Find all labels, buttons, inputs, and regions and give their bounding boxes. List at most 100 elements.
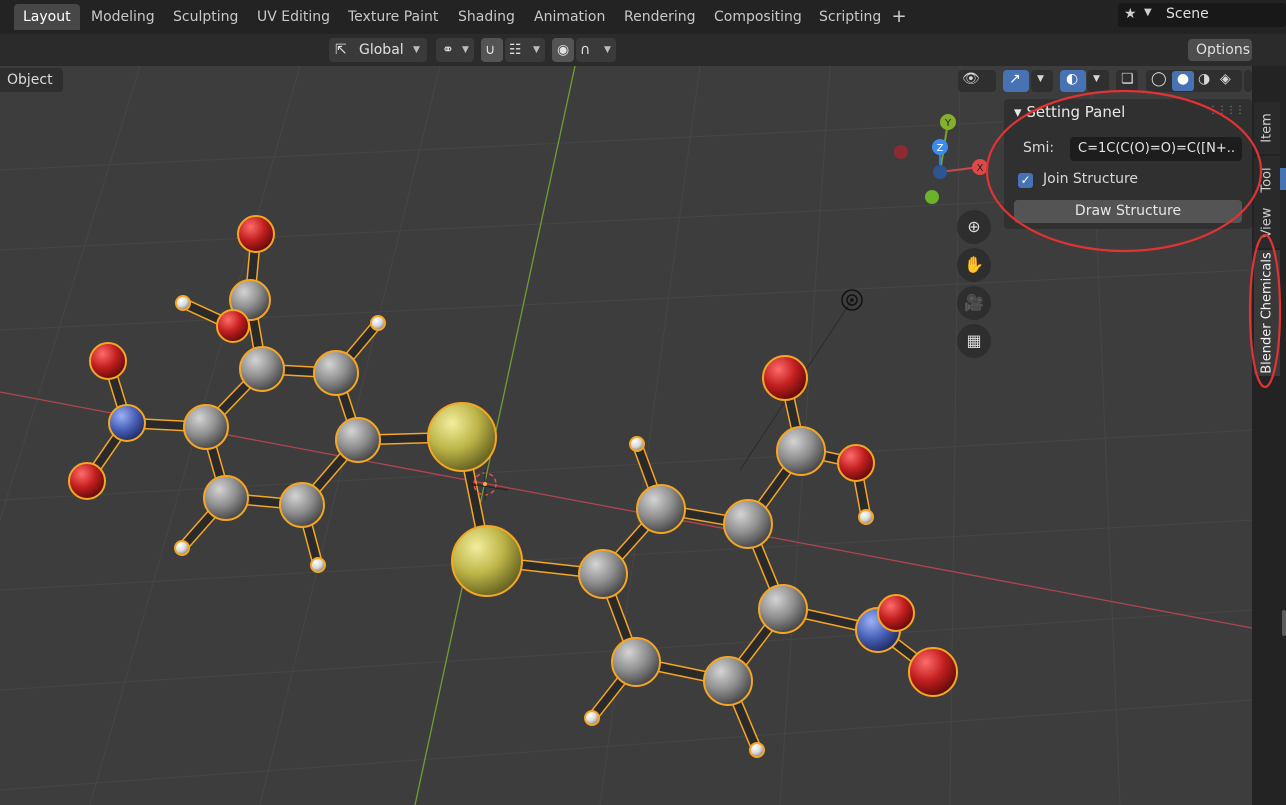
sidebar-scrollbar[interactable]	[1282, 610, 1286, 636]
atom-o	[68, 462, 106, 500]
pan-button[interactable]: ✋	[957, 248, 991, 282]
falloff-dropdown[interactable]: ∩ ▼	[576, 38, 616, 62]
panel-title-text: Setting Panel	[1026, 103, 1126, 121]
atom-o	[837, 444, 875, 482]
orientation-value: Global	[359, 42, 404, 58]
light-icon	[841, 289, 863, 311]
tab-item[interactable]: Item	[1254, 102, 1280, 154]
smi-input[interactable]: C=1C(C(O)=O)=C([N+..	[1070, 137, 1242, 161]
join-structure-label: Join Structure	[1043, 171, 1139, 187]
chevron-down-icon: ▼	[1037, 74, 1044, 84]
tab-shading[interactable]: Shading	[449, 4, 524, 30]
tab-sculpting[interactable]: Sculpting	[164, 4, 247, 30]
zoom-button[interactable]: ⊕	[957, 210, 991, 244]
atom-c	[758, 584, 808, 634]
tab-scripting[interactable]: Scripting	[810, 4, 890, 30]
overlay-toggle[interactable]: ◐	[1060, 70, 1086, 92]
zoom-icon: ⊕	[967, 217, 981, 236]
atom-c	[203, 475, 249, 521]
atom-o	[237, 215, 275, 253]
atom-s	[427, 402, 497, 472]
tab-texture-paint[interactable]: Texture Paint	[339, 4, 447, 30]
pivot-point-dropdown[interactable]: ⚭ ▼	[436, 38, 474, 62]
atom-c	[611, 637, 661, 687]
atom-c	[636, 484, 686, 534]
visibility-dropdown[interactable]: 👁	[958, 70, 996, 92]
pivot-icon: ⚭	[442, 42, 454, 58]
atom-h	[584, 710, 600, 726]
chevron-down-icon: ▼	[1093, 74, 1100, 84]
tab-blender-chemicals[interactable]: Blender Chemicals	[1254, 250, 1280, 376]
tab-layout[interactable]: Layout	[14, 4, 80, 30]
atom-c	[723, 499, 773, 549]
falloff-icon: ∩	[580, 42, 591, 58]
tab-modeling[interactable]: Modeling	[82, 4, 164, 30]
panel-title[interactable]: ▾ Setting Panel	[1014, 103, 1125, 121]
molecule-atoms	[68, 215, 958, 758]
atom-o	[908, 647, 958, 697]
atom-h	[175, 295, 191, 311]
xray-toggle[interactable]: ❏	[1116, 70, 1138, 92]
orientation-dropdown[interactable]: ⇱ Global ▼	[329, 38, 427, 62]
join-structure-checkbox[interactable]: ✓	[1018, 173, 1033, 188]
atom-h	[629, 436, 645, 452]
overlay-icon: ◐	[1066, 71, 1079, 87]
atom-o	[216, 309, 250, 343]
chevron-down-icon: ▼	[413, 45, 420, 55]
solid-icon[interactable]: ●	[1172, 71, 1194, 91]
proportional-edit-icon: ◉	[557, 42, 570, 58]
options-dropdown[interactable]: Options ▼	[1188, 39, 1252, 79]
atom-h	[310, 557, 326, 573]
atom-h	[174, 540, 190, 556]
tab-uv-editing[interactable]: UV Editing	[248, 4, 339, 30]
tab-view[interactable]: View	[1254, 198, 1280, 248]
scene-icon: ★	[1124, 6, 1137, 22]
atom-o	[89, 342, 127, 380]
add-workspace-button[interactable]: +	[888, 6, 910, 28]
atom-c	[776, 426, 826, 476]
tab-compositing[interactable]: Compositing	[705, 4, 811, 30]
drag-handle-icon[interactable]: ⋮⋮⋮⋮	[1208, 105, 1245, 116]
chevron-down-icon: ▼	[1144, 7, 1152, 18]
chevron-down-icon: ▼	[604, 45, 611, 55]
scene-name: Scene	[1166, 6, 1209, 22]
camera-view-button[interactable]: 🎥	[957, 286, 991, 320]
atom-h	[370, 315, 386, 331]
gizmo-dropdown[interactable]: ▼	[1031, 70, 1053, 92]
atom-o	[877, 594, 915, 632]
proportional-edit-toggle[interactable]: ◉	[552, 38, 574, 62]
rendered-icon[interactable]: ◈	[1220, 71, 1231, 87]
workspace-bar: Layout Modeling Sculpting UV Editing Tex…	[0, 0, 1286, 34]
chevron-down-icon: ▼	[462, 45, 469, 55]
snap-target-dropdown[interactable]: ☷ ▼	[505, 38, 545, 62]
wireframe-icon[interactable]: ◯	[1151, 71, 1167, 87]
atom-c	[703, 656, 753, 706]
pan-hand-icon: ✋	[964, 255, 984, 274]
perspective-toggle-button[interactable]: ▦	[957, 324, 991, 358]
mode-label[interactable]: Object	[0, 68, 63, 92]
visibility-icon: 👁	[962, 71, 980, 87]
sidebar-scroll-indicator	[1280, 168, 1286, 190]
overlay-dropdown[interactable]: ▼	[1087, 70, 1109, 92]
tab-tool[interactable]: Tool	[1254, 156, 1280, 204]
snap-toggle[interactable]: ∪	[481, 38, 503, 62]
chevron-down-icon: ▼	[533, 45, 540, 55]
camera-icon: 🎥	[964, 293, 984, 312]
atom-c	[239, 346, 285, 392]
setting-panel: ▾ Setting Panel ⋮⋮⋮⋮ Smi: C=1C(C(O)=O)=C…	[1004, 99, 1252, 229]
transform-pivot-icon: ⇱	[335, 42, 347, 58]
gizmo-toggle[interactable]: ↗	[1003, 70, 1029, 92]
draw-structure-button[interactable]: Draw Structure	[1014, 200, 1242, 223]
scene-selector[interactable]: ★ ▼ Scene	[1118, 3, 1286, 27]
atom-n	[108, 404, 146, 442]
atom-o	[762, 355, 808, 401]
atom-s	[451, 525, 523, 597]
tab-rendering[interactable]: Rendering	[615, 4, 705, 30]
tab-animation[interactable]: Animation	[525, 4, 614, 30]
atom-h	[749, 742, 765, 758]
atom-c	[313, 350, 359, 396]
material-icon[interactable]: ◑	[1198, 71, 1210, 87]
snap-icon: ∪	[485, 42, 496, 58]
atom-h	[858, 509, 874, 525]
shading-dropdown[interactable]	[1244, 70, 1252, 92]
